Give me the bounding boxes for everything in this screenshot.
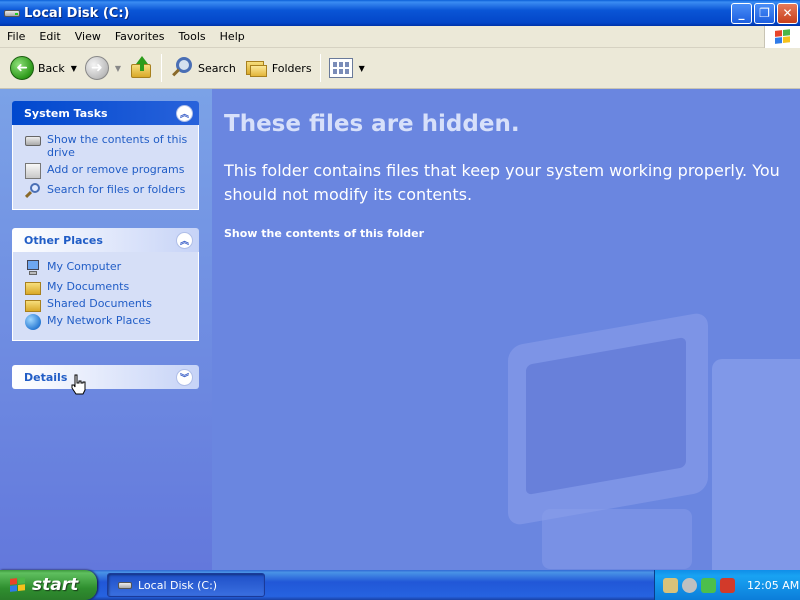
hand-cursor-icon (71, 374, 86, 395)
forward-dropdown-icon[interactable]: ▼ (115, 64, 121, 73)
show-folder-contents-link[interactable]: Show the contents of this folder (224, 227, 424, 240)
place-label: My Computer (47, 260, 122, 273)
collapse-icon[interactable]: ︽ (176, 231, 193, 249)
system-tray: 12:05 AM (654, 570, 800, 600)
forward-button[interactable]: ➜ ▼ (81, 52, 125, 84)
task-label: Add or remove programs (47, 163, 185, 176)
back-dropdown-icon[interactable]: ▼ (71, 64, 77, 73)
collapse-icon[interactable]: ︽ (176, 104, 193, 122)
drive-icon (118, 581, 132, 589)
toolbar-separator (161, 54, 163, 82)
content-area: These files are hidden. This folder cont… (212, 89, 800, 570)
folders-icon (244, 57, 268, 79)
other-places-panel: Other Places ︽ My Computer My Documents … (12, 228, 199, 341)
programs-icon (25, 163, 41, 179)
details-header[interactable]: Details ︾ (12, 365, 199, 389)
forward-arrow-icon: ➜ (84, 56, 109, 80)
start-button[interactable]: start (0, 570, 97, 600)
windows-logo-icon (764, 26, 800, 48)
menu-bar: File Edit View Favorites Tools Help (0, 26, 800, 48)
my-computer-icon (25, 260, 41, 276)
window-title: Local Disk (C:) (24, 5, 130, 21)
explorer-main: System Tasks ︽ Show the contents of this… (0, 89, 800, 570)
tray-network-icon[interactable] (701, 577, 716, 593)
security-shield-icon[interactable] (720, 577, 735, 593)
place-my-network-places[interactable]: My Network Places (25, 314, 188, 330)
back-label: Back (38, 61, 65, 75)
system-tasks-panel: System Tasks ︽ Show the contents of this… (12, 101, 199, 210)
task-search-files[interactable]: Search for files or folders (24, 183, 188, 199)
task-pane: System Tasks ︽ Show the contents of this… (0, 89, 212, 570)
close-button[interactable]: ✕ (777, 2, 798, 24)
watermark-tower (712, 359, 800, 570)
title-bar[interactable]: Local Disk (C:) _ ❐ ✕ (0, 0, 800, 26)
hidden-files-heading: These files are hidden. (224, 111, 520, 137)
menu-help[interactable]: Help (213, 26, 252, 48)
drive-icon (25, 136, 41, 146)
folder-up-icon (129, 56, 153, 80)
hidden-files-message: This folder contains files that keep you… (224, 161, 780, 204)
up-button[interactable] (125, 52, 157, 84)
shared-folder-icon (25, 300, 41, 312)
network-places-icon (25, 314, 41, 330)
watermark-base (542, 509, 692, 569)
minimize-button[interactable]: _ (731, 2, 752, 24)
menu-file[interactable]: File (0, 26, 32, 48)
tray-volume-icon[interactable] (682, 577, 697, 593)
my-documents-icon (25, 282, 41, 295)
task-label: Show the contents of this drive (47, 133, 188, 159)
drive-icon (4, 7, 20, 19)
windows-logo-icon (10, 577, 26, 593)
tray-app-icon[interactable] (663, 577, 678, 593)
place-label: Shared Documents (47, 297, 152, 310)
search-icon (170, 56, 194, 80)
task-add-remove-programs[interactable]: Add or remove programs (25, 163, 188, 179)
other-places-header[interactable]: Other Places ︽ (12, 228, 199, 252)
task-label: Search for files or folders (47, 183, 186, 196)
task-show-drive-contents[interactable]: Show the contents of this drive (25, 133, 188, 159)
details-panel: Details ︾ (12, 365, 199, 389)
menu-edit[interactable]: Edit (32, 26, 67, 48)
back-arrow-icon: ➜ (10, 56, 34, 80)
toolbar: ➜ Back ▼ ➜ ▼ Search Folders ▼ (0, 48, 800, 89)
other-places-title: Other Places (24, 233, 103, 247)
back-button[interactable]: ➜ Back ▼ (6, 52, 81, 84)
place-label: My Documents (47, 280, 130, 293)
taskbar: start Local Disk (C:) 12:05 AM (0, 570, 800, 600)
views-icon (328, 58, 353, 78)
taskbar-window-button[interactable]: Local Disk (C:) (107, 573, 265, 597)
place-my-computer[interactable]: My Computer (25, 260, 188, 276)
taskbar-window-label: Local Disk (C:) (138, 578, 218, 592)
views-dropdown-icon[interactable]: ▼ (359, 64, 365, 73)
folders-button[interactable]: Folders (240, 52, 316, 84)
search-icon (24, 183, 41, 199)
menu-tools[interactable]: Tools (172, 26, 213, 48)
place-label: My Network Places (47, 314, 151, 327)
menu-favorites[interactable]: Favorites (108, 26, 172, 48)
views-button[interactable]: ▼ (325, 52, 369, 84)
toolbar-separator (319, 54, 321, 82)
menu-view[interactable]: View (68, 26, 108, 48)
system-tasks-title: System Tasks (24, 106, 108, 120)
system-tasks-header[interactable]: System Tasks ︽ (12, 101, 199, 125)
expand-icon[interactable]: ︾ (176, 368, 193, 386)
search-button[interactable]: Search (166, 52, 240, 84)
details-title: Details (24, 370, 68, 384)
start-label: start (32, 575, 79, 595)
search-label: Search (198, 61, 236, 75)
place-my-documents[interactable]: My Documents (25, 280, 188, 295)
clock[interactable]: 12:05 AM (747, 579, 799, 592)
maximize-button[interactable]: ❐ (754, 2, 775, 24)
place-shared-documents[interactable]: Shared Documents (25, 297, 188, 312)
folders-label: Folders (271, 61, 312, 75)
